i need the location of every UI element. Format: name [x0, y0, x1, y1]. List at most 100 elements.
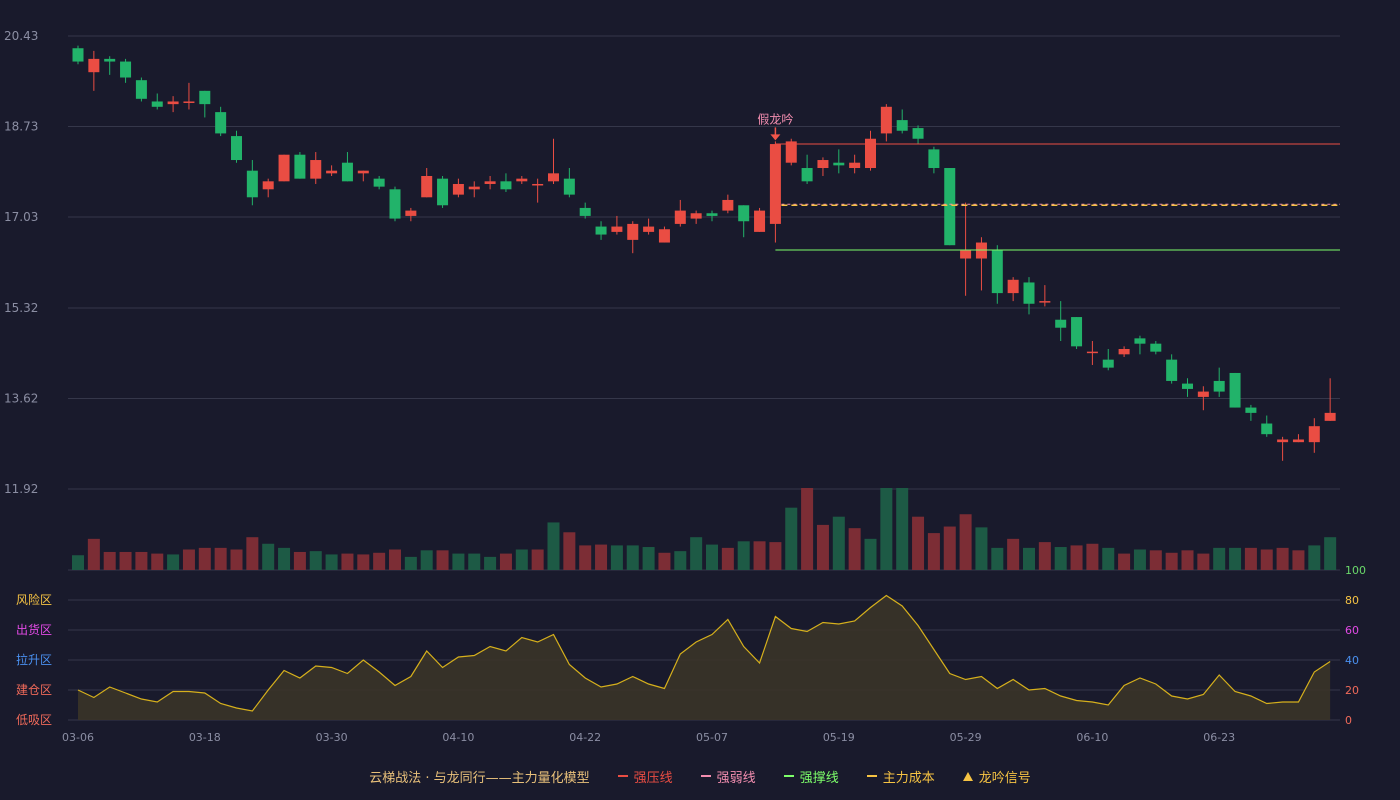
- candle-body: [151, 101, 163, 107]
- legend-title-text: 云梯战法 · 与龙同行——主力量化模型: [369, 770, 590, 786]
- candle-body: [611, 226, 623, 232]
- zone-label: 拉升区: [16, 652, 52, 667]
- volume-bar: [1292, 550, 1305, 570]
- volume-bar: [658, 552, 671, 570]
- candle-body: [294, 154, 306, 179]
- candle-body: [421, 175, 433, 198]
- price-axis: 20.43 18.73 17.03 15.32 13.62 11.92: [4, 29, 38, 496]
- price-tick-label: 17.03: [4, 210, 38, 224]
- legend-item-signal[interactable]: 龙吟信号: [962, 767, 1031, 786]
- volume-bar: [119, 551, 132, 570]
- volume-bar: [87, 538, 100, 570]
- price-tick-label: 13.62: [4, 392, 38, 406]
- volume-bar: [927, 533, 940, 570]
- legend-item-main-cost[interactable]: 主力成本: [866, 767, 935, 786]
- indicator-tick-label: 100: [1345, 564, 1366, 577]
- candle-body: [452, 183, 464, 195]
- indicator-tick-label: 60: [1345, 624, 1359, 637]
- volume-bar: [991, 547, 1004, 570]
- volume-bar: [262, 543, 275, 570]
- chart-legend: 云梯战法 · 与龙同行——主力量化模型 强压线 强弱线 强撑线 主力成本 龙吟信…: [0, 766, 1400, 786]
- dashed-line-icon: [700, 775, 711, 777]
- candle-body: [532, 183, 544, 186]
- candle-body: [706, 213, 718, 216]
- volume-bar: [515, 549, 528, 570]
- volume-bar: [404, 556, 417, 570]
- candle-body: [484, 181, 496, 184]
- candle-body: [1292, 439, 1304, 443]
- candle-body: [896, 120, 908, 131]
- candle-body: [516, 178, 528, 182]
- candle-body: [1166, 359, 1178, 381]
- candle-body: [500, 181, 512, 190]
- solid-line-icon: [783, 775, 794, 777]
- volume-bar: [1133, 549, 1146, 570]
- volume-bar: [341, 553, 354, 570]
- candle-body: [1229, 372, 1241, 408]
- date-tick-label: 05-19: [823, 731, 855, 744]
- volume-bar: [721, 547, 734, 570]
- volume-bar: [293, 551, 306, 570]
- legend-label: 强弱线: [716, 770, 756, 786]
- dashed-line-icon: [866, 775, 877, 777]
- date-tick-label: 03-30: [316, 731, 348, 744]
- volume-bar: [610, 545, 623, 570]
- indicator-axis: 0 20 40 60 80 100: [1345, 564, 1366, 727]
- legend-title: 云梯战法 · 与龙同行——主力量化模型: [369, 767, 589, 786]
- volume-bar: [1054, 547, 1067, 570]
- volume-bar: [547, 522, 560, 570]
- legend-label: 强撑线: [799, 770, 839, 786]
- candle-body: [658, 229, 670, 243]
- candle-body: [1102, 359, 1114, 368]
- candle-body: [1007, 279, 1019, 294]
- volume-bar: [943, 526, 956, 570]
- legend-label: 主力成本: [882, 770, 935, 786]
- candle-body: [912, 128, 924, 139]
- candle-body: [785, 141, 797, 163]
- volume-bar: [959, 514, 972, 570]
- volume-bar: [1023, 547, 1035, 570]
- candle-body: [1308, 426, 1320, 443]
- volume-bar: [1007, 538, 1020, 570]
- candle-body: [1055, 319, 1067, 328]
- volume-bar: [626, 545, 639, 570]
- volume-bar: [690, 537, 703, 570]
- legend-item-strength-line[interactable]: 强弱线: [700, 767, 756, 786]
- volume-bar: [816, 524, 829, 570]
- candle-body: [595, 226, 607, 235]
- candle-body: [468, 186, 480, 190]
- date-tick-label: 06-23: [1203, 731, 1235, 744]
- candle-body: [643, 226, 655, 232]
- volume-bar: [373, 552, 386, 570]
- candle-body: [437, 178, 449, 206]
- candle-body: [1324, 412, 1336, 421]
- price-tick-label: 20.43: [4, 29, 38, 43]
- volume-bar: [309, 551, 322, 570]
- volume-bar: [167, 554, 180, 570]
- candle-body: [310, 160, 322, 179]
- legend-item-strong-pressure[interactable]: 强压线: [617, 767, 673, 786]
- indicator-tick-label: 40: [1345, 654, 1359, 667]
- volume-bar: [1260, 549, 1273, 570]
- candle-body: [991, 250, 1003, 294]
- candle-body: [326, 170, 338, 174]
- legend-item-strong-support[interactable]: 强撑线: [783, 767, 839, 786]
- volume-bar: [579, 545, 592, 570]
- volume-bar: [1244, 547, 1257, 570]
- candle-body: [1261, 423, 1273, 435]
- volume-bar: [484, 556, 497, 570]
- candle-body: [231, 136, 242, 161]
- price-tick-label: 11.92: [4, 482, 38, 496]
- price-gridlines: [68, 35, 1340, 490]
- volume-bar: [1038, 542, 1051, 570]
- stock-chart: 20.43 18.73 17.03 15.32 13.62 11.92 假龙吟 0 20 40…: [4, 29, 1366, 744]
- candle-body: [960, 250, 972, 259]
- volume-bar: [420, 550, 433, 570]
- legend-label: 强压线: [633, 770, 673, 786]
- candle-body: [199, 90, 211, 105]
- level-lines: [775, 143, 1340, 251]
- zone-label: 建仓区: [16, 683, 52, 697]
- candle-body: [738, 205, 750, 222]
- volume-bar: [1165, 552, 1178, 570]
- volume-bar: [1308, 545, 1321, 570]
